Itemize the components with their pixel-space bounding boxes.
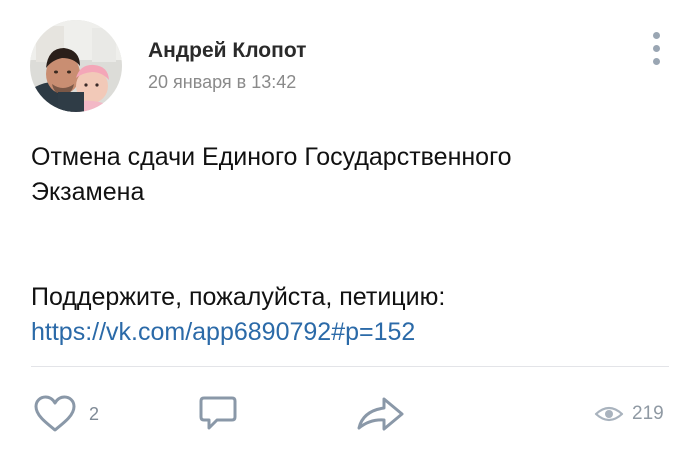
post-text-line: Поддержите, пожалуйста, петицию: [31,283,446,311]
share-arrow-icon [357,397,404,431]
post-text-line: Отмена сдачи Единого Государственного [31,143,512,171]
more-vertical-icon [653,32,660,39]
more-button[interactable] [644,28,670,70]
divider [31,366,669,367]
post-text-line: Экзамена [31,178,145,206]
petition-link[interactable]: https://vk.com/app6890792#p=152 [31,318,415,346]
post-link-line: https://vk.com/app6890792#p=152 [31,315,671,350]
author-name[interactable]: Андрей Клопот [148,39,306,63]
avatar-photo [30,20,122,112]
like-count: 2 [89,403,100,424]
avatar[interactable] [30,20,122,112]
views-counter: 219 [594,400,664,428]
like-button[interactable]: 2 [33,392,99,436]
wall-post: Андрей Клопот 20 января в 13:42 Отмена с… [0,0,700,453]
heart-icon [34,395,76,432]
post-timestamp[interactable]: 20 января в 13:42 [148,72,296,93]
views-count: 219 [632,403,664,424]
comment-button[interactable] [197,392,239,436]
share-button[interactable] [354,392,408,436]
post-text: Отмена сдачи Единого Государственного Эк… [31,140,671,350]
more-dot [653,58,660,65]
eye-icon [594,406,624,422]
comment-icon [199,396,237,430]
more-dot [653,45,660,52]
